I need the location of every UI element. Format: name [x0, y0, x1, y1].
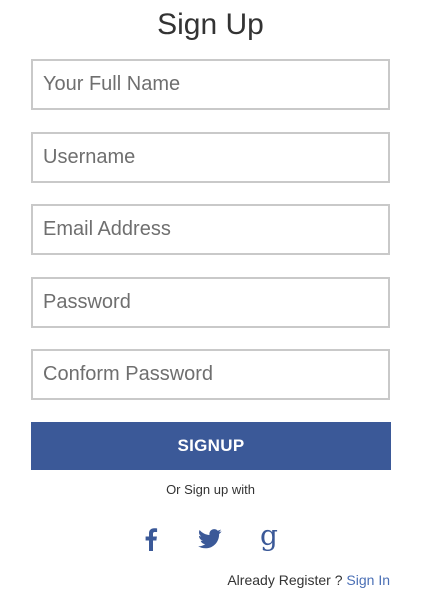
email-input[interactable] — [31, 204, 390, 255]
confirm-password-input[interactable] — [31, 349, 390, 400]
google-icon: g — [260, 519, 278, 552]
twitter-button[interactable] — [192, 522, 228, 556]
signin-prompt: Already Register ? Sign In — [227, 572, 390, 588]
facebook-button[interactable] — [133, 522, 169, 556]
twitter-icon — [198, 529, 222, 549]
social-signup-prompt: Or Sign up with — [166, 482, 255, 497]
signup-page: Sign Up SIGNUP Or Sign up with g Already… — [0, 0, 447, 607]
facebook-icon — [145, 528, 158, 551]
page-title: Sign Up — [157, 8, 264, 41]
google-button[interactable]: g — [251, 522, 287, 556]
password-input[interactable] — [31, 277, 390, 328]
full-name-input[interactable] — [31, 59, 390, 110]
signin-link[interactable]: Sign In — [346, 572, 390, 588]
username-input[interactable] — [31, 132, 390, 183]
signup-button[interactable]: SIGNUP — [31, 422, 391, 470]
footer-text: Already Register ? — [227, 572, 347, 588]
